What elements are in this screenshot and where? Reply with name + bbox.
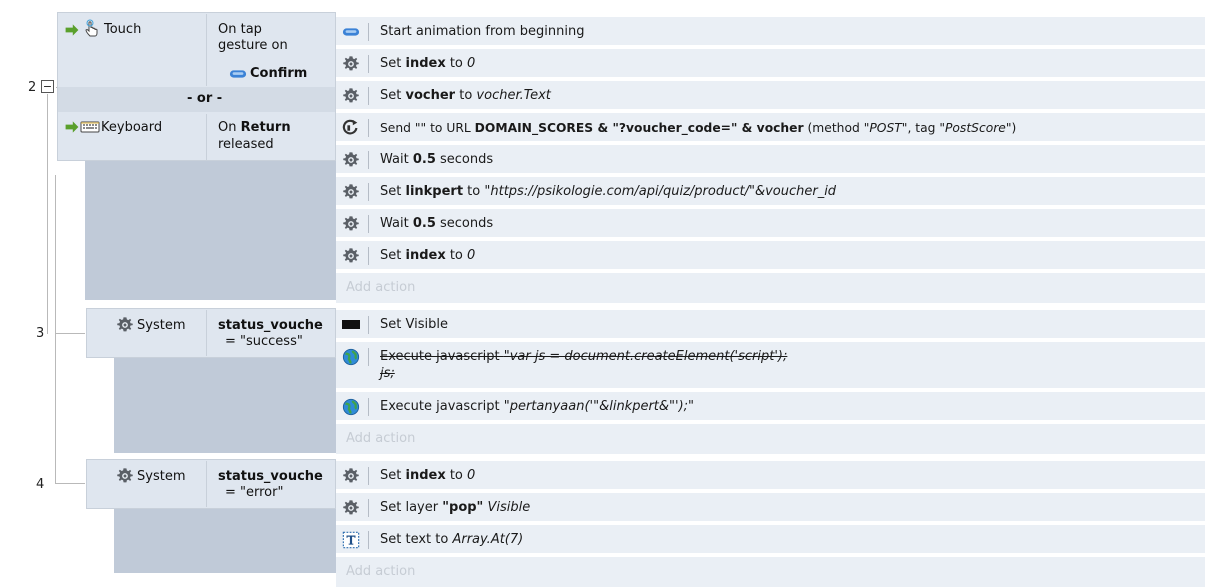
sprite-button-icon: [229, 65, 247, 83]
gear-icon: [342, 499, 360, 517]
condition-text: = "success": [225, 334, 303, 349]
action-separator: [368, 23, 369, 41]
action-separator: [368, 467, 369, 485]
gear-icon: [342, 183, 360, 201]
action-text-disabled-line2: js;: [380, 366, 395, 381]
condition-suffix: released: [218, 137, 274, 152]
condition-object-name: Keyboard: [101, 120, 163, 135]
gear-icon: [116, 316, 134, 334]
condition-divider: [206, 114, 207, 160]
action-separator: [368, 119, 369, 137]
condition-divider: [206, 14, 207, 86]
action-row[interactable]: Set index to 0: [336, 241, 1205, 271]
action-row[interactable]: Execute javascript "pertanyaan('"&linkpe…: [336, 392, 1205, 422]
action-separator: [368, 499, 369, 517]
condition-object-name: System: [137, 318, 186, 333]
browser-icon: [342, 348, 360, 366]
keyboard-icon: [80, 117, 100, 137]
condition-text: On Return: [218, 120, 291, 136]
action-separator: [368, 55, 369, 73]
condition-divider: [206, 310, 207, 356]
condition-text: = "error": [225, 485, 284, 500]
action-separator: [368, 398, 369, 416]
action-text: Wait 0.5 seconds: [380, 216, 494, 231]
action-row[interactable]: Execute javascript "var js = document.cr…: [336, 342, 1205, 390]
action-row[interactable]: Set vocher to vocher.Text: [336, 81, 1205, 111]
action-separator: [368, 151, 369, 169]
green-arrow-icon: [64, 119, 80, 135]
action-text: Set layer "pop" Visible: [380, 500, 531, 515]
action-text: Set index to 0: [380, 248, 476, 263]
action-separator: [368, 348, 369, 366]
black-rect-icon: [342, 320, 360, 329]
action-row[interactable]: Set index to 0: [336, 461, 1205, 491]
event-left-column: [114, 508, 336, 573]
gear-icon: [342, 247, 360, 265]
condition-target: Confirm: [250, 66, 308, 81]
action-text: Set Visible: [380, 317, 448, 332]
action-row[interactable]: Send "" to URL DOMAIN_SCORES & "?voucher…: [336, 113, 1205, 143]
condition-prefix: On: [218, 120, 237, 135]
event-left-column: [85, 160, 336, 300]
gear-icon: [342, 215, 360, 233]
action-separator: [368, 215, 369, 233]
text-object-icon: [342, 531, 360, 549]
minus-icon: −: [42, 80, 53, 93]
action-row[interactable]: Set linkpert to "https://psikologie.com/…: [336, 177, 1205, 207]
sprite-button-icon: [342, 23, 360, 41]
action-row[interactable]: Wait 0.5 seconds: [336, 145, 1205, 175]
action-row[interactable]: Set layer "pop" Visible: [336, 493, 1205, 523]
condition-object-name: System: [137, 469, 186, 484]
action-separator: [368, 183, 369, 201]
action-separator: [368, 316, 369, 334]
condition-variable: status_vouche: [218, 469, 323, 484]
gear-icon: [342, 87, 360, 105]
condition-text: On tap gesture on: [218, 22, 288, 53]
condition-variable: status_vouche: [218, 318, 323, 333]
action-row[interactable]: Set Visible: [336, 310, 1205, 340]
add-action-button[interactable]: Add action: [336, 424, 1205, 454]
action-separator: [368, 531, 369, 549]
action-separator: [368, 87, 369, 105]
action-text: Set index to 0: [380, 56, 476, 71]
action-text-disabled: Execute javascript "var js = document.cr…: [380, 349, 788, 364]
browser-icon: [342, 398, 360, 416]
add-action-button[interactable]: Add action: [336, 273, 1205, 303]
action-row[interactable]: Set text to Array.At(7): [336, 525, 1205, 555]
action-text: Wait 0.5 seconds: [380, 152, 494, 167]
action-text: Set index to 0: [380, 468, 476, 483]
condition-object-name: Touch: [104, 22, 142, 37]
action-row[interactable]: Wait 0.5 seconds: [336, 209, 1205, 239]
tree-line: [55, 175, 56, 483]
event-number: 2: [28, 80, 37, 95]
action-text: Set vocher to vocher.Text: [380, 88, 551, 103]
gear-icon: [342, 151, 360, 169]
or-label: - or -: [187, 91, 223, 106]
action-text: Send "" to URL DOMAIN_SCORES & "?voucher…: [380, 121, 1017, 135]
green-arrow-icon: [64, 22, 80, 38]
action-text: Start animation from beginning: [380, 24, 585, 39]
ajax-icon: [342, 119, 360, 137]
add-action-button[interactable]: Add action: [336, 557, 1205, 587]
event-number: 3: [36, 326, 45, 341]
event-left-column: [114, 357, 336, 453]
condition-divider: [206, 461, 207, 507]
event-number: 4: [36, 477, 45, 492]
tree-line: [55, 333, 85, 334]
gear-icon: [342, 467, 360, 485]
action-row[interactable]: Set index to 0: [336, 49, 1205, 79]
action-row[interactable]: Start animation from beginning: [336, 17, 1205, 47]
action-separator: [368, 247, 369, 265]
tree-line: [55, 483, 85, 484]
action-text: Set linkpert to "https://psikologie.com/…: [380, 184, 837, 199]
tree-line: [47, 94, 48, 334]
action-text: Set text to Array.At(7): [380, 532, 524, 547]
gear-icon: [342, 55, 360, 73]
condition-key: Return: [240, 120, 291, 135]
collapse-toggle[interactable]: −: [41, 80, 54, 93]
gear-icon: [116, 467, 134, 485]
action-text: Execute javascript "pertanyaan('"&linkpe…: [380, 399, 695, 414]
touch-icon: [82, 19, 102, 39]
